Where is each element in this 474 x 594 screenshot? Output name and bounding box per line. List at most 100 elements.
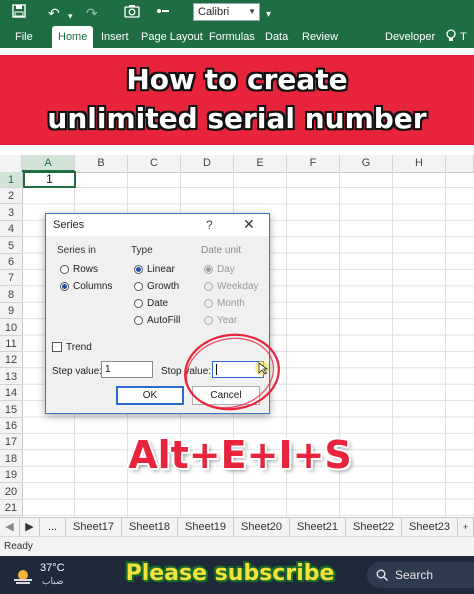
radio-selected-icon [60, 282, 69, 291]
row-header[interactable]: 7 [0, 270, 22, 287]
column-header-g[interactable]: G [340, 155, 393, 172]
radio-linear[interactable]: Linear [134, 263, 175, 276]
row-header[interactable]: 16 [0, 418, 22, 434]
camera-icon[interactable] [124, 4, 140, 22]
sheet-tab[interactable]: Sheet23 [402, 518, 458, 537]
row-header[interactable]: 15 [0, 402, 22, 418]
column-header-partial[interactable] [446, 155, 474, 172]
radio-month[interactable]: Month [204, 297, 245, 310]
row-header[interactable]: 8 [0, 287, 22, 303]
weather-text: ضباب [42, 576, 64, 586]
tab-file[interactable]: File [15, 26, 33, 48]
pointer-icon [255, 361, 269, 375]
sheet-add-icon[interactable]: + [458, 518, 474, 537]
step-value-input[interactable]: 1 [101, 361, 153, 378]
row-header[interactable]: 19 [0, 467, 22, 484]
undo-dropdown-icon[interactable]: ▾ [68, 7, 73, 25]
tab-page-layout[interactable]: Page Layout [141, 26, 203, 48]
radio-columns-label: Columns [73, 281, 113, 292]
row-header[interactable]: 11 [0, 336, 22, 352]
sheet-tab[interactable]: Sheet22 [346, 518, 402, 537]
row-header[interactable]: 2 [0, 188, 22, 205]
column-header-h[interactable]: H [393, 155, 446, 172]
tab-developer[interactable]: Developer [385, 26, 435, 48]
column-header-c[interactable]: C [128, 155, 181, 172]
sheet-tab[interactable]: Sheet18 [122, 518, 178, 537]
radio-year[interactable]: Year [204, 314, 237, 327]
tab-formulas[interactable]: Formulas [209, 26, 255, 48]
radio-icon [204, 299, 213, 308]
row-header[interactable]: 14 [0, 385, 22, 402]
sheet-tab[interactable]: Sheet19 [178, 518, 234, 537]
type-label: Type [131, 245, 153, 256]
taskbar: 37°C ضباب Please subscribe Search [0, 556, 474, 594]
save-icon[interactable] [12, 4, 26, 22]
weather-icon[interactable] [12, 565, 34, 585]
close-icon[interactable]: ✕ [243, 216, 255, 233]
tab-insert[interactable]: Insert [101, 26, 129, 48]
column-header-e[interactable]: E [234, 155, 287, 172]
taskbar-search[interactable]: Search [367, 562, 474, 588]
row-header[interactable]: 6 [0, 254, 22, 270]
font-name-select[interactable]: Calibri ▼ [193, 3, 260, 21]
radio-weekday-label: Weekday [217, 281, 259, 292]
quick-access-toolbar: ↶ ▾ ↷ Calibri ▼ ▾ [0, 0, 474, 26]
sheet-tab[interactable]: Sheet21 [290, 518, 346, 537]
chevron-down-icon: ▼ [248, 7, 256, 16]
row-header[interactable]: 20 [0, 484, 22, 500]
radio-month-label: Month [217, 298, 245, 309]
radio-weekday[interactable]: Weekday [204, 280, 259, 293]
row-header[interactable]: 5 [0, 238, 22, 254]
lightbulb-icon[interactable] [445, 26, 457, 48]
search-icon [376, 569, 388, 581]
dialog-title: Series [53, 219, 85, 231]
radio-selected-icon [134, 265, 143, 274]
radio-date[interactable]: Date [134, 297, 168, 310]
tab-review[interactable]: Review [302, 26, 338, 48]
redo-icon[interactable]: ↷ [86, 4, 98, 22]
shortcut-overlay: Alt+E+I+S [128, 433, 352, 477]
row-header[interactable]: 9 [0, 303, 22, 320]
row-header[interactable]: 12 [0, 352, 22, 369]
column-header-a[interactable]: A [22, 155, 75, 172]
column-header-b[interactable]: B [75, 155, 128, 172]
sheet-tab-bar: ◀ ▶ ... Sheet17 Sheet18 Sheet19 Sheet20 … [0, 517, 474, 537]
row-header[interactable]: 17 [0, 434, 22, 451]
radio-day[interactable]: Day [204, 263, 235, 276]
sheet-tab[interactable]: Sheet17 [66, 518, 122, 537]
row-header[interactable]: 1 [0, 172, 22, 188]
undo-icon[interactable]: ↶ [48, 4, 60, 22]
sheet-prev-icon[interactable]: ◀ [0, 518, 20, 537]
help-icon[interactable]: ? [206, 218, 213, 232]
radio-columns[interactable]: Columns [60, 280, 112, 293]
select-all-corner[interactable] [0, 155, 22, 172]
cell-a1[interactable]: 1 [23, 171, 76, 188]
tab-tell-me[interactable]: T [460, 26, 467, 48]
row-header[interactable]: 3 [0, 205, 22, 221]
radio-year-label: Year [217, 315, 238, 326]
row-header[interactable]: 21 [0, 500, 22, 516]
sheet-more-button[interactable]: ... [40, 518, 66, 537]
trend-checkbox[interactable]: Trend [52, 341, 92, 354]
column-header-d[interactable]: D [181, 155, 234, 172]
ok-button[interactable]: OK [116, 386, 184, 405]
qat-more-icon[interactable]: ▾ [266, 6, 271, 24]
sheet-next-icon[interactable]: ▶ [20, 518, 40, 537]
radio-growth[interactable]: Growth [134, 280, 179, 293]
bullet-icon[interactable] [156, 4, 170, 22]
sheet-tab[interactable]: Sheet20 [234, 518, 290, 537]
radio-rows[interactable]: Rows [60, 263, 98, 276]
column-header-f[interactable]: F [287, 155, 340, 172]
row-header[interactable]: 18 [0, 451, 22, 467]
tab-home[interactable]: Home [52, 26, 94, 48]
search-label: Search [395, 568, 434, 582]
row-header[interactable]: 13 [0, 369, 22, 385]
radio-icon [204, 282, 213, 291]
row-header[interactable]: 10 [0, 320, 22, 336]
tab-data[interactable]: Data [265, 26, 288, 48]
dialog-title-bar[interactable]: Series ? ✕ [46, 214, 269, 236]
radio-icon [204, 316, 213, 325]
row-header[interactable]: 4 [0, 221, 22, 238]
radio-autofill[interactable]: AutoFill [134, 314, 180, 327]
radio-icon [134, 282, 143, 291]
